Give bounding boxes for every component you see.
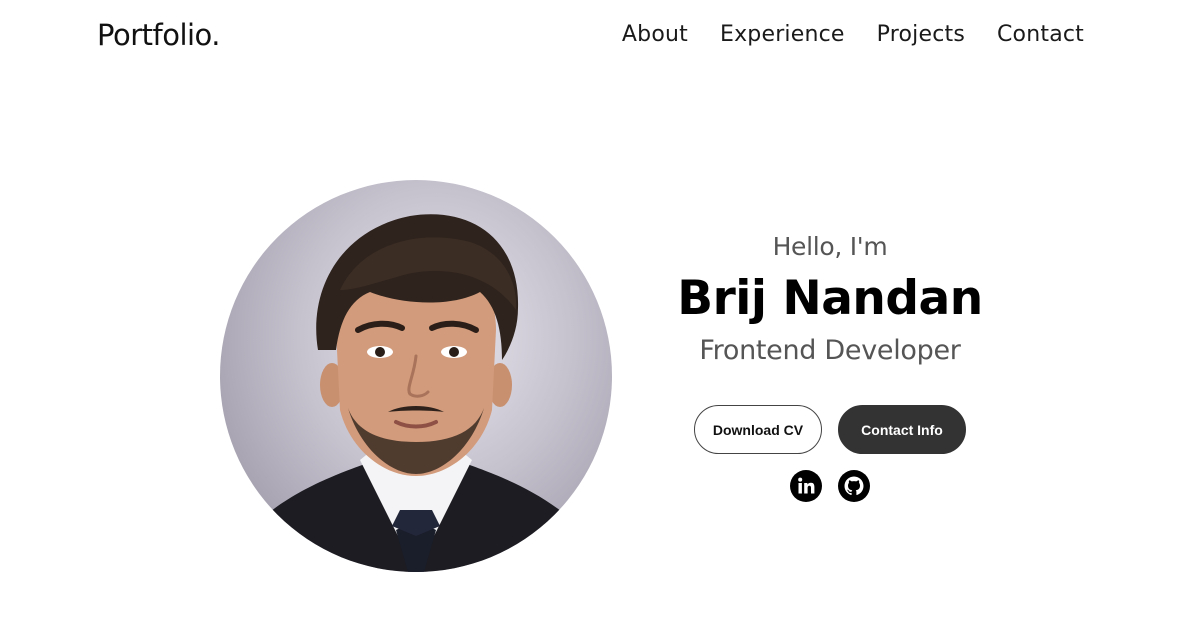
hero-name: Brij Nandan [677, 271, 983, 326]
main-nav: About Experience Projects Contact [622, 22, 1084, 47]
site-logo[interactable]: Portfolio. [97, 18, 221, 52]
github-icon[interactable] [838, 470, 870, 502]
nav-about[interactable]: About [622, 22, 688, 47]
profile-picture [220, 180, 612, 572]
hero-greeting: Hello, I'm [772, 232, 888, 261]
portfolio-page: Portfolio. About Experience Projects Con… [0, 0, 1184, 624]
social-links [790, 470, 870, 502]
profile-photo-illustration [260, 214, 572, 572]
hero-buttons: Download CV Contact Info [694, 405, 966, 454]
hero-intro: Hello, I'm Brij Nandan Frontend Develope… [676, 232, 984, 366]
contact-info-button[interactable]: Contact Info [838, 405, 966, 454]
nav-experience[interactable]: Experience [720, 22, 845, 47]
hero-title: Frontend Developer [699, 334, 961, 366]
nav-projects[interactable]: Projects [877, 22, 965, 47]
download-cv-button[interactable]: Download CV [694, 405, 822, 454]
linkedin-icon[interactable] [790, 470, 822, 502]
nav-contact[interactable]: Contact [997, 22, 1084, 47]
